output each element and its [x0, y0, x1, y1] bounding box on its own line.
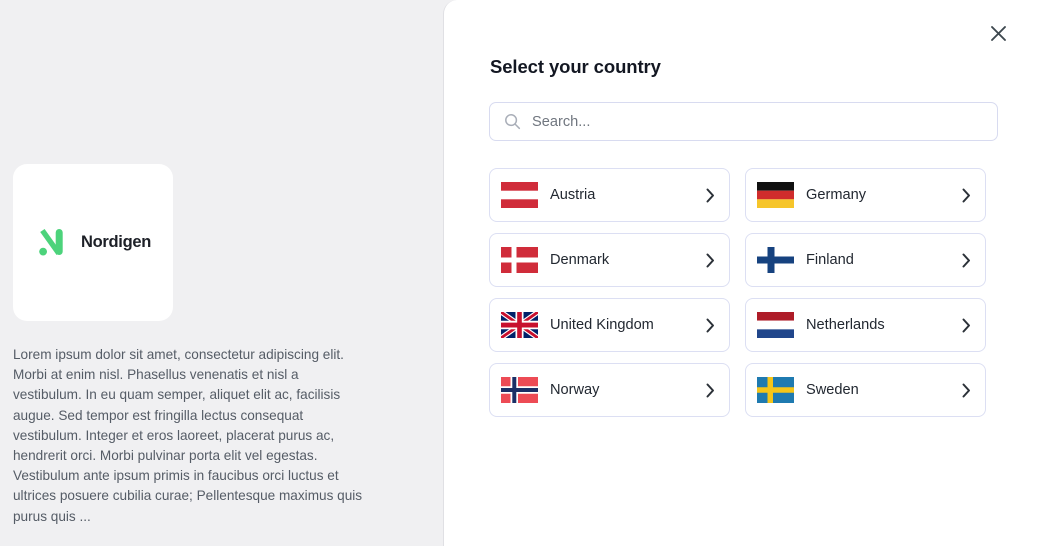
flag-se-icon	[757, 377, 794, 403]
logo-lockup: Nordigen	[35, 226, 151, 260]
country-label: Finland	[806, 252, 854, 268]
chevron-right-icon	[962, 188, 970, 202]
chevron-right-icon	[706, 253, 714, 267]
country-label: Sweden	[806, 382, 859, 398]
chevron-right-icon	[962, 383, 970, 397]
country-label: United Kingdom	[550, 317, 654, 333]
country-item-netherlands[interactable]: Netherlands	[745, 298, 986, 352]
flag-fi-icon	[757, 247, 794, 273]
close-icon[interactable]	[986, 21, 1010, 45]
flag-no-icon	[501, 377, 538, 403]
flag-nl-icon	[757, 312, 794, 338]
left-info-pane: Nordigen Lorem ipsum dolor sit amet, con…	[0, 0, 444, 546]
country-item-united-kingdom[interactable]: United Kingdom	[489, 298, 730, 352]
country-label: Denmark	[550, 252, 610, 268]
country-selection-screen: Nordigen Lorem ipsum dolor sit amet, con…	[0, 0, 1044, 546]
search-input[interactable]	[532, 113, 983, 130]
chevron-right-icon	[706, 383, 714, 397]
country-item-norway[interactable]: Norway	[489, 363, 730, 417]
description-text: Lorem ipsum dolor sit amet, consectetur …	[13, 347, 363, 524]
country-label: Norway	[550, 382, 600, 398]
flag-dk-icon	[501, 247, 538, 273]
flag-at-icon	[501, 182, 538, 208]
country-label: Austria	[550, 187, 596, 203]
flag-de-icon	[757, 182, 794, 208]
search-field[interactable]	[489, 102, 998, 141]
country-item-denmark[interactable]: Denmark	[489, 233, 730, 287]
country-item-germany[interactable]: Germany	[745, 168, 986, 222]
page-title: Select your country	[490, 56, 661, 77]
chevron-right-icon	[706, 318, 714, 332]
brand-logo-card: Nordigen	[13, 164, 173, 321]
brand-wordmark: Nordigen	[80, 233, 151, 251]
country-item-finland[interactable]: Finland	[745, 233, 986, 287]
country-selection-panel: Select your country Austria	[443, 0, 1044, 546]
country-list: Austria Germany Denmark Finland United K…	[489, 168, 986, 417]
country-label: Germany	[806, 187, 867, 203]
flag-gb-icon	[501, 312, 538, 338]
search-icon	[505, 114, 521, 130]
country-label: Netherlands	[806, 317, 885, 333]
chevron-right-icon	[962, 253, 970, 267]
country-item-sweden[interactable]: Sweden	[745, 363, 986, 417]
nordigen-n-icon	[39, 228, 63, 255]
chevron-right-icon	[706, 188, 714, 202]
country-item-austria[interactable]: Austria	[489, 168, 730, 222]
chevron-right-icon	[962, 318, 970, 332]
